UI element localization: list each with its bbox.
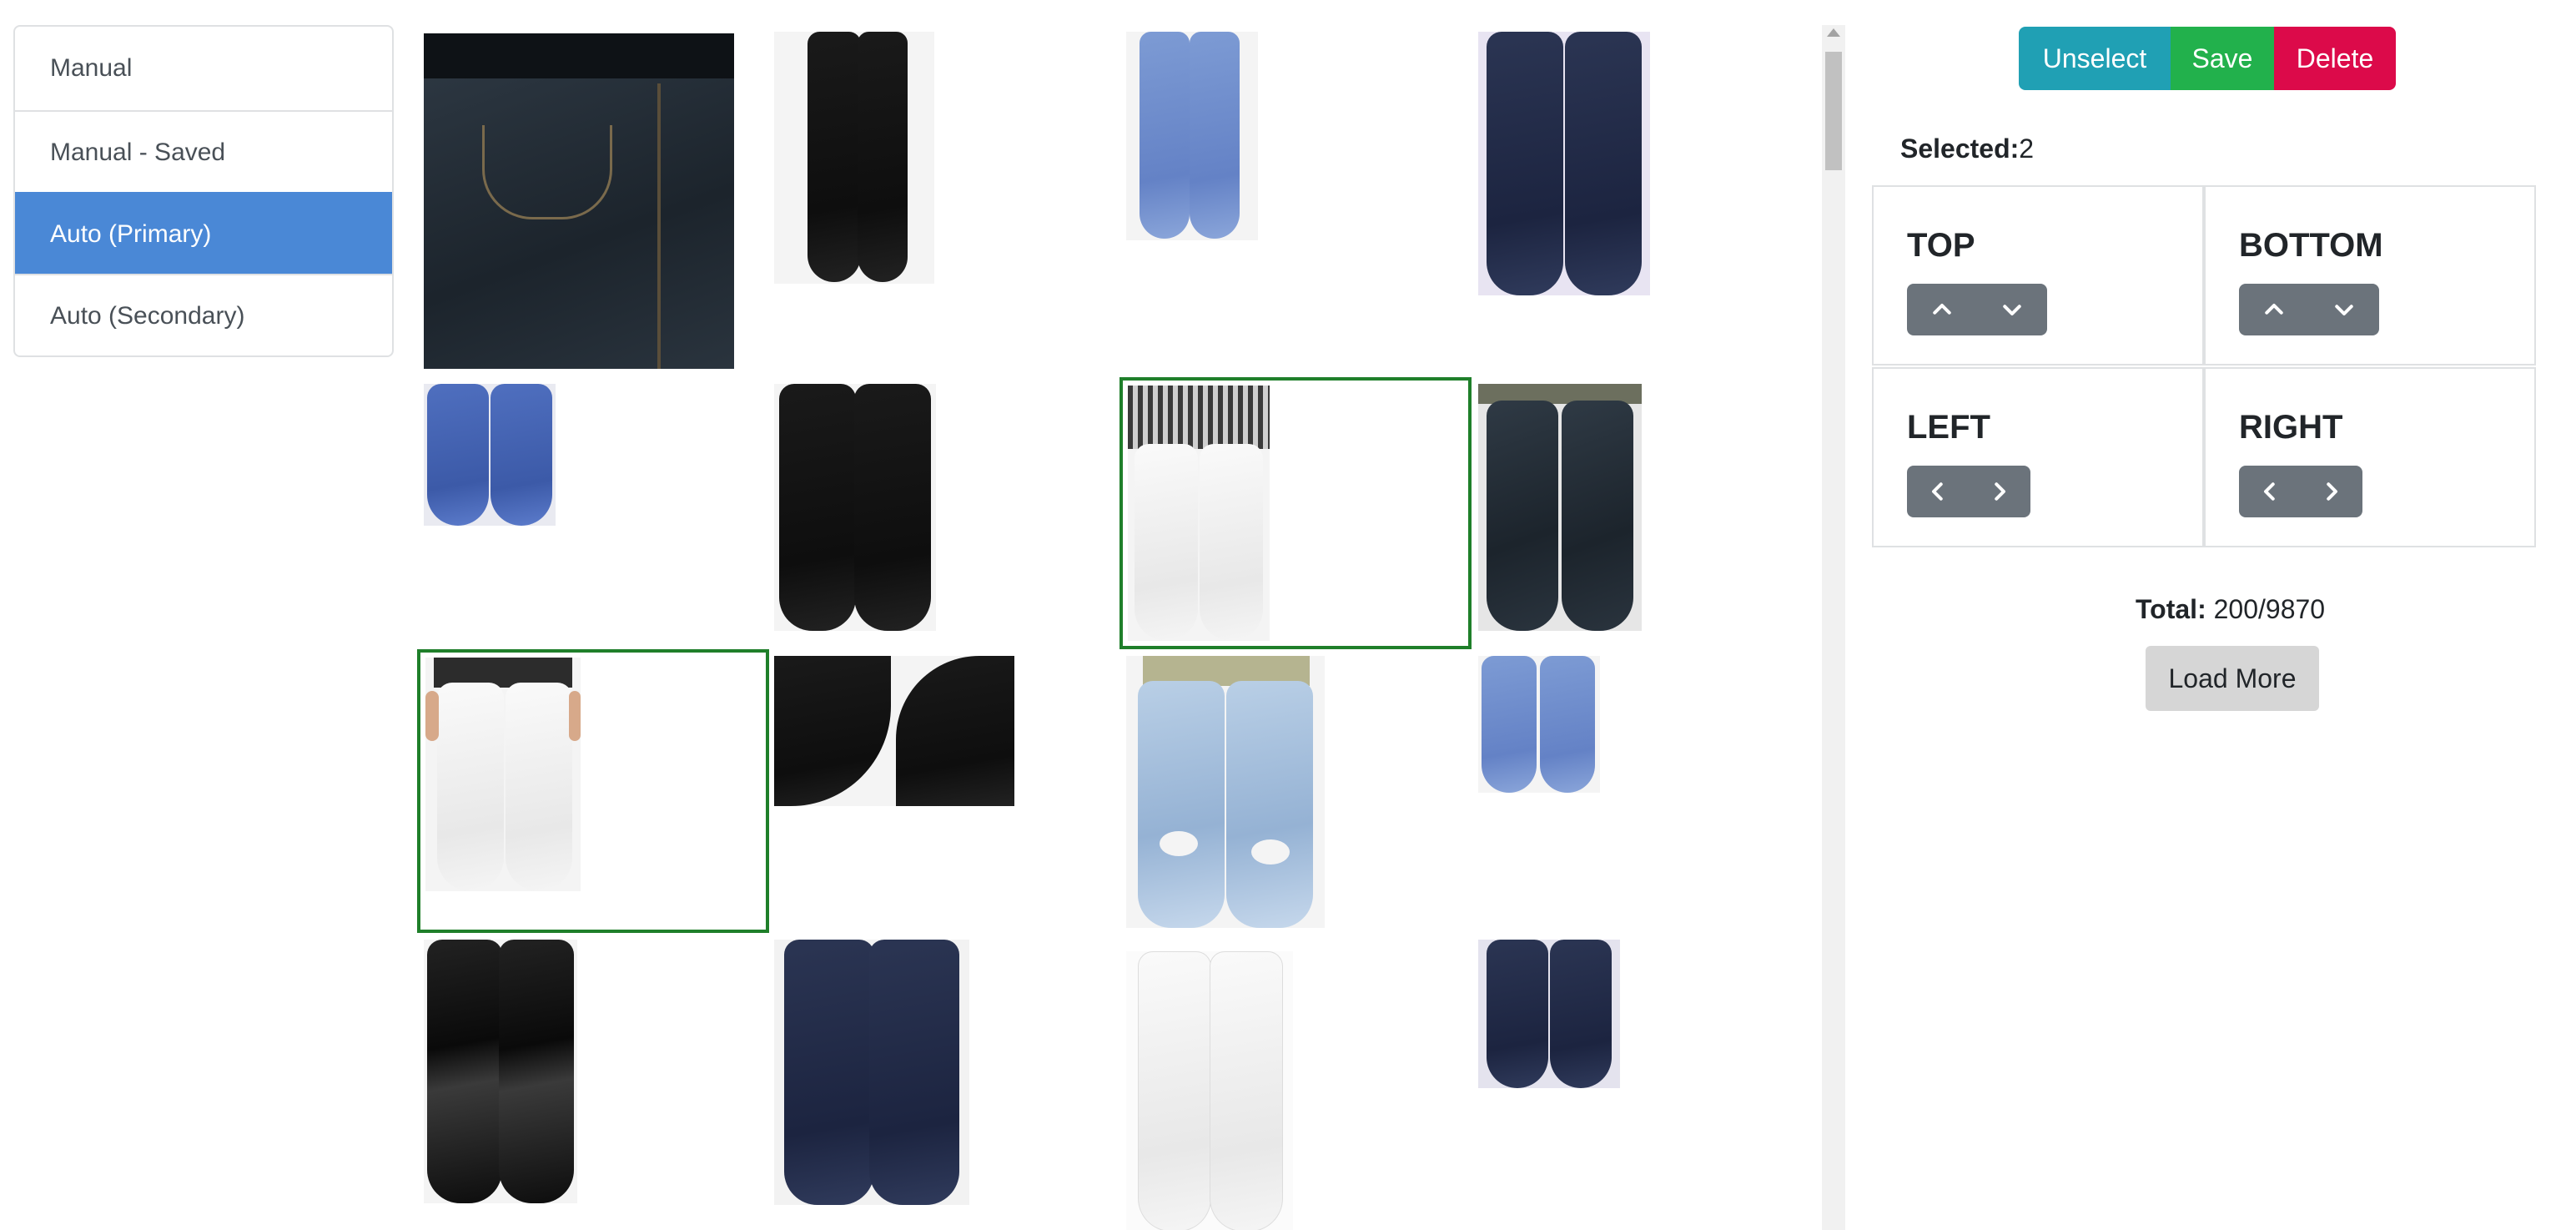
selected-value: 2 — [2019, 134, 2035, 164]
grid-image-15[interactable] — [1126, 951, 1293, 1230]
grid-image-6[interactable] — [774, 384, 936, 631]
unselect-button[interactable]: Unselect — [2019, 27, 2171, 90]
chevron-down-icon — [2003, 305, 2021, 315]
left-right-button[interactable] — [1969, 466, 2030, 517]
action-button-group: Unselect Save Delete — [2019, 27, 2396, 90]
grid-image-5[interactable] — [424, 384, 556, 526]
crop-left-label: LEFT — [1907, 409, 1990, 446]
grid-image-4[interactable] — [1478, 32, 1650, 295]
crop-top-controls — [1907, 284, 2047, 335]
save-button[interactable]: Save — [2171, 27, 2274, 90]
chevron-left-icon — [2264, 482, 2275, 501]
bottom-up-button[interactable] — [2239, 284, 2309, 335]
grid-image-11[interactable] — [1126, 656, 1325, 928]
chevron-down-icon — [2335, 305, 2353, 315]
crop-left-controls — [1907, 466, 2030, 517]
grid-image-12[interactable] — [1478, 656, 1600, 793]
crop-top-label: TOP — [1907, 227, 1975, 264]
crop-bottom-card: BOTTOM — [2204, 185, 2536, 365]
right-left-button[interactable] — [2239, 466, 2301, 517]
chevron-right-icon — [1995, 482, 2005, 501]
grid-image-13[interactable] — [424, 940, 577, 1203]
total-count: Total: 200/9870 — [2136, 594, 2325, 625]
crop-right-card: RIGHT — [2204, 367, 2536, 547]
right-right-button[interactable] — [2301, 466, 2362, 517]
grid-image-10[interactable] — [774, 656, 1014, 806]
crop-left-card: LEFT — [1872, 367, 2204, 547]
selected-count: Selected:2 — [1900, 134, 2034, 164]
grid-scrollbar[interactable] — [1822, 25, 1845, 1230]
load-more-button[interactable]: Load More — [2146, 646, 2319, 711]
crop-right-label: RIGHT — [2239, 409, 2343, 446]
grid-image-14[interactable] — [774, 940, 969, 1205]
scrollbar-thumb[interactable] — [1825, 52, 1842, 170]
chevron-left-icon — [1932, 482, 1943, 501]
grid-image-1[interactable] — [424, 33, 734, 369]
grid-image-9[interactable] — [425, 658, 581, 891]
chevron-up-icon — [1933, 304, 1951, 315]
crop-bottom-label: BOTTOM — [2239, 227, 2383, 264]
grid-image-2[interactable] — [774, 32, 934, 284]
total-label: Total: — [2136, 594, 2206, 624]
grid-image-7[interactable] — [1128, 386, 1270, 641]
chevron-right-icon — [2327, 482, 2337, 501]
selected-label: Selected: — [1900, 134, 2020, 164]
top-up-button[interactable] — [1907, 284, 1977, 335]
delete-button[interactable]: Delete — [2274, 27, 2396, 90]
grid-image-3[interactable] — [1126, 32, 1258, 240]
crop-right-controls — [2239, 466, 2362, 517]
scroll-up-arrow-icon[interactable] — [1827, 28, 1840, 37]
total-value: 200/9870 — [2213, 594, 2326, 624]
grid-image-8[interactable] — [1478, 384, 1642, 631]
grid-image-16[interactable] — [1478, 940, 1620, 1088]
chevron-up-icon — [2265, 304, 2283, 315]
left-left-button[interactable] — [1907, 466, 1969, 517]
top-down-button[interactable] — [1977, 284, 2047, 335]
bottom-down-button[interactable] — [2309, 284, 2379, 335]
image-grid — [0, 0, 1819, 1230]
crop-bottom-controls — [2239, 284, 2379, 335]
crop-top-card: TOP — [1872, 185, 2204, 365]
